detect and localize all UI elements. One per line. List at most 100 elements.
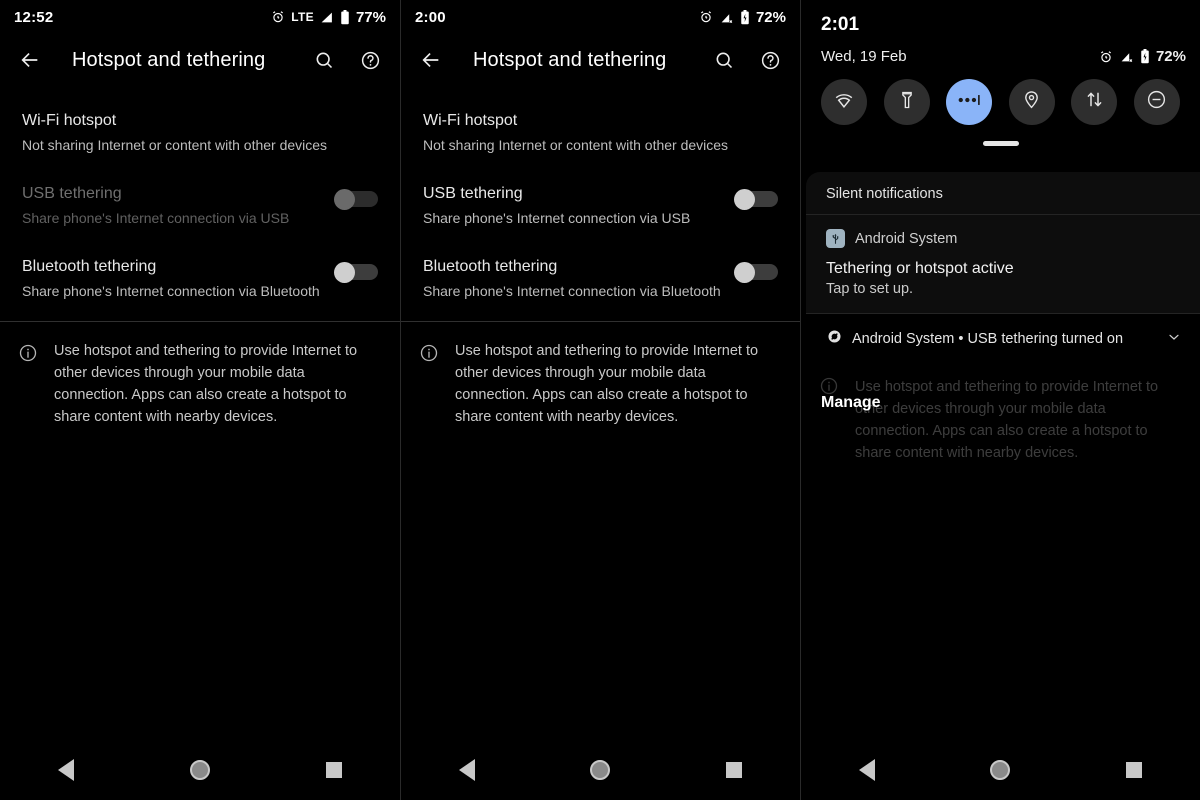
nav-back-icon[interactable]: [58, 759, 74, 781]
navigation-bar: [0, 740, 400, 800]
search-icon[interactable]: [710, 46, 738, 74]
alarm-icon: [699, 10, 713, 24]
notification-body: Tap to set up.: [826, 281, 914, 297]
nav-recents-icon[interactable]: [1126, 762, 1143, 778]
quick-settings-tiles: [801, 65, 1200, 125]
info-icon: [419, 343, 439, 428]
row-subtitle: Share phone's Internet connection via Bl…: [423, 283, 721, 299]
status-clock: 12:52: [14, 8, 54, 26]
app-bar: Hotspot and tethering: [0, 34, 400, 86]
data-transfer-icon: [1084, 89, 1105, 115]
tile-data-transfer[interactable]: [1071, 79, 1118, 125]
panel-notification-shade: Use hotspot and tethering to provide Int…: [800, 0, 1200, 800]
background-settings-info: Use hotspot and tethering to provide Int…: [801, 376, 1200, 464]
row-title: Wi-Fi hotspot: [423, 112, 518, 129]
nav-back-icon[interactable]: [858, 759, 875, 781]
status-bar: 2:00 72%: [401, 0, 800, 34]
usb-tethering-toggle[interactable]: [734, 189, 778, 210]
status-icons: 72%: [699, 9, 786, 26]
nav-home-icon[interactable]: [590, 760, 611, 780]
row-texts: USB tethering Share phone's Internet con…: [423, 183, 734, 228]
row-subtitle: Not sharing Internet or content with oth…: [423, 137, 729, 153]
help-icon[interactable]: [756, 46, 784, 74]
notification-tethering-active[interactable]: Android System Tethering or hotspot acti…: [806, 215, 1200, 314]
usb-icon: [826, 229, 845, 248]
row-wifi-hotspot[interactable]: Wi-Fi hotspot Not sharing Internet or co…: [0, 96, 400, 169]
row-title: USB tethering: [423, 185, 523, 202]
manage-button[interactable]: Manage: [821, 394, 881, 412]
bluetooth-tethering-toggle[interactable]: [334, 262, 378, 283]
row-texts: Bluetooth tethering Share phone's Intern…: [22, 256, 334, 301]
bluetooth-tethering-toggle[interactable]: [734, 262, 778, 283]
row-title: USB tethering: [22, 185, 122, 202]
battery-icon: [340, 9, 350, 25]
page-title: Hotspot and tethering: [473, 48, 667, 71]
back-arrow-icon[interactable]: [417, 46, 445, 74]
battery-percent: 72%: [1155, 48, 1186, 65]
flashlight-icon: [897, 90, 917, 115]
status-icons: 72%: [1099, 48, 1186, 65]
info-text: Use hotspot and tethering to provide Int…: [54, 343, 358, 425]
signal-off-icon: [719, 11, 734, 24]
status-bar: 12:52 LTE 77%: [0, 0, 400, 34]
battery-percent: 77%: [355, 8, 386, 26]
network-type-label: LTE: [291, 10, 314, 24]
signal-off-icon: [1119, 50, 1134, 63]
nav-recents-icon[interactable]: [726, 762, 743, 778]
chevron-down-icon[interactable]: [1166, 329, 1182, 350]
row-usb-tethering[interactable]: USB tethering Share phone's Internet con…: [401, 169, 800, 242]
tile-location[interactable]: [1008, 79, 1055, 125]
settings-list: Wi-Fi hotspot Not sharing Internet or co…: [0, 86, 400, 315]
battery-charging-icon: [740, 9, 750, 25]
notification-usb-tethering-on[interactable]: Android System • USB tethering turned on: [806, 314, 1200, 364]
help-icon[interactable]: [356, 46, 384, 74]
row-texts: Wi-Fi hotspot Not sharing Internet or co…: [22, 110, 378, 155]
row-subtitle: Not sharing Internet or content with oth…: [22, 137, 328, 153]
tile-flashlight[interactable]: [883, 79, 930, 125]
do-not-disturb-icon: [1146, 89, 1167, 115]
battery-charging-icon: [1140, 49, 1150, 64]
tile-do-not-disturb[interactable]: [1133, 79, 1180, 125]
signal-icon: [320, 11, 334, 24]
row-texts: USB tethering Share phone's Internet con…: [22, 183, 334, 228]
notification-shade: Silent notifications Android System Teth…: [806, 172, 1200, 364]
more-options-icon: [955, 92, 983, 113]
alarm-icon: [1099, 50, 1113, 64]
row-bluetooth-tethering[interactable]: Bluetooth tethering Share phone's Intern…: [0, 242, 400, 315]
qs-page-indicator[interactable]: [982, 141, 1019, 146]
panel-hotspot-settings-2: 2:00 72% Hotspot and tethering Wi-Fi hot…: [400, 0, 800, 800]
settings-list: Wi-Fi hotspot Not sharing Internet or co…: [401, 86, 800, 315]
row-texts: Wi-Fi hotspot Not sharing Internet or co…: [423, 110, 778, 155]
info-icon: [18, 343, 38, 428]
quick-settings-date: Wed, 19 Feb: [821, 48, 907, 65]
nav-home-icon[interactable]: [190, 760, 210, 780]
info-text: Use hotspot and tethering to provide Int…: [455, 343, 759, 425]
usb-tethering-toggle: [334, 189, 378, 210]
page-title: Hotspot and tethering: [72, 48, 266, 71]
quick-settings-date-row: Wed, 19 Feb 72%: [801, 36, 1200, 65]
row-subtitle: Share phone's Internet connection via Bl…: [22, 283, 320, 299]
back-arrow-icon[interactable]: [16, 46, 44, 74]
nav-home-icon[interactable]: [990, 760, 1011, 780]
silent-notifications-header: Silent notifications: [806, 172, 1200, 215]
silent-icon: [826, 328, 843, 350]
info-icon: [819, 376, 839, 464]
notification-summary-text: Android System • USB tethering turned on: [852, 331, 1124, 347]
search-icon[interactable]: [310, 46, 338, 74]
alarm-icon: [271, 10, 285, 24]
row-title: Bluetooth tethering: [423, 258, 558, 275]
tile-more-options[interactable]: [946, 79, 993, 125]
quick-settings-clock[interactable]: 2:01: [801, 0, 1200, 36]
info-footer: Use hotspot and tethering to provide Int…: [401, 322, 800, 438]
navigation-bar: [401, 740, 800, 800]
row-title: Wi-Fi hotspot: [22, 112, 117, 129]
row-subtitle: Share phone's Internet connection via US…: [423, 210, 691, 226]
nav-recents-icon[interactable]: [326, 762, 342, 778]
nav-back-icon[interactable]: [458, 759, 475, 781]
row-bluetooth-tethering[interactable]: Bluetooth tethering Share phone's Intern…: [401, 242, 800, 315]
row-wifi-hotspot[interactable]: Wi-Fi hotspot Not sharing Internet or co…: [401, 96, 800, 169]
navigation-bar: [801, 740, 1200, 800]
row-title: Bluetooth tethering: [22, 258, 157, 275]
battery-percent: 72%: [755, 8, 786, 26]
tile-wifi-off[interactable]: [821, 79, 867, 125]
